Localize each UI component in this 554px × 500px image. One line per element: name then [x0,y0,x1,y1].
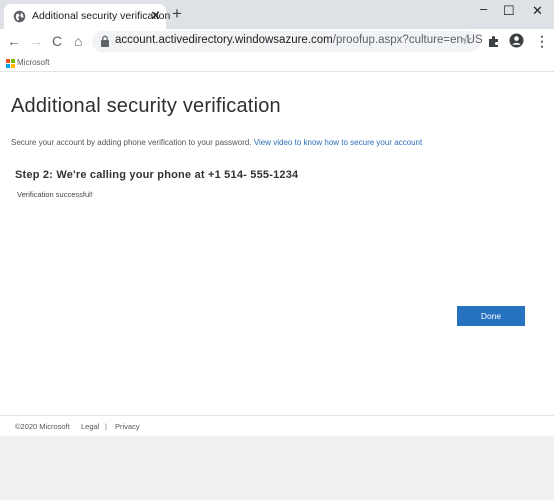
new-tab-button[interactable]: + [172,5,182,23]
brand-header: Microsoft [0,55,554,72]
verification-status: Verification successful! [17,190,93,199]
page-bottom-area [0,436,554,500]
address-bar[interactable]: account.activedirectory.windowsazure.com… [92,31,483,52]
privacy-link[interactable]: Privacy [115,422,140,431]
url-text[interactable]: account.activedirectory.windowsazure.com… [115,34,483,46]
maximize-icon[interactable]: ☐ [503,3,515,19]
browser-menu-icon[interactable]: ⋮ [535,31,549,51]
done-button[interactable]: Done [457,306,525,326]
page-title: Additional security verification [11,95,281,117]
step-heading: Step 2: We're calling your phone at +1 5… [15,169,299,181]
video-help-link[interactable]: View video to know how to secure your ac… [254,138,422,147]
page-footer: ©2020 Microsoft Legal | Privacy [0,415,554,436]
bookmark-star-icon[interactable]: ☆ [461,32,473,48]
profile-avatar-icon[interactable] [509,33,524,48]
footer-separator: | [105,422,107,431]
window-close-icon[interactable]: ✕ [532,3,543,19]
url-domain: account.activedirectory.windowsazure.com [115,34,333,46]
legal-link[interactable]: Legal [81,422,99,431]
brand-name: Microsoft [17,58,50,67]
extensions-puzzle-icon[interactable] [487,34,501,48]
forward-arrow-icon[interactable]: → [29,31,43,51]
tab-close-icon[interactable]: ✕ [150,8,161,24]
back-arrow-icon[interactable]: ← [7,31,21,51]
reload-icon[interactable]: C [52,31,62,51]
microsoft-logo-icon [6,59,15,68]
home-icon[interactable]: ⌂ [74,31,82,51]
browser-tab[interactable]: Additional security verification ✕ [4,4,170,29]
intro-description: Secure your account by adding phone veri… [11,138,252,147]
browser-titlebar: Additional security verification ✕ + – ☐… [0,0,554,29]
lock-icon [101,35,109,47]
globe-icon [13,10,26,23]
browser-toolbar: ← → C ⌂ account.activedirectory.windowsa… [0,29,554,55]
minimize-icon[interactable]: – [480,1,487,17]
copyright-text: ©2020 Microsoft [15,422,70,431]
intro-text: Secure your account by adding phone veri… [11,138,422,147]
